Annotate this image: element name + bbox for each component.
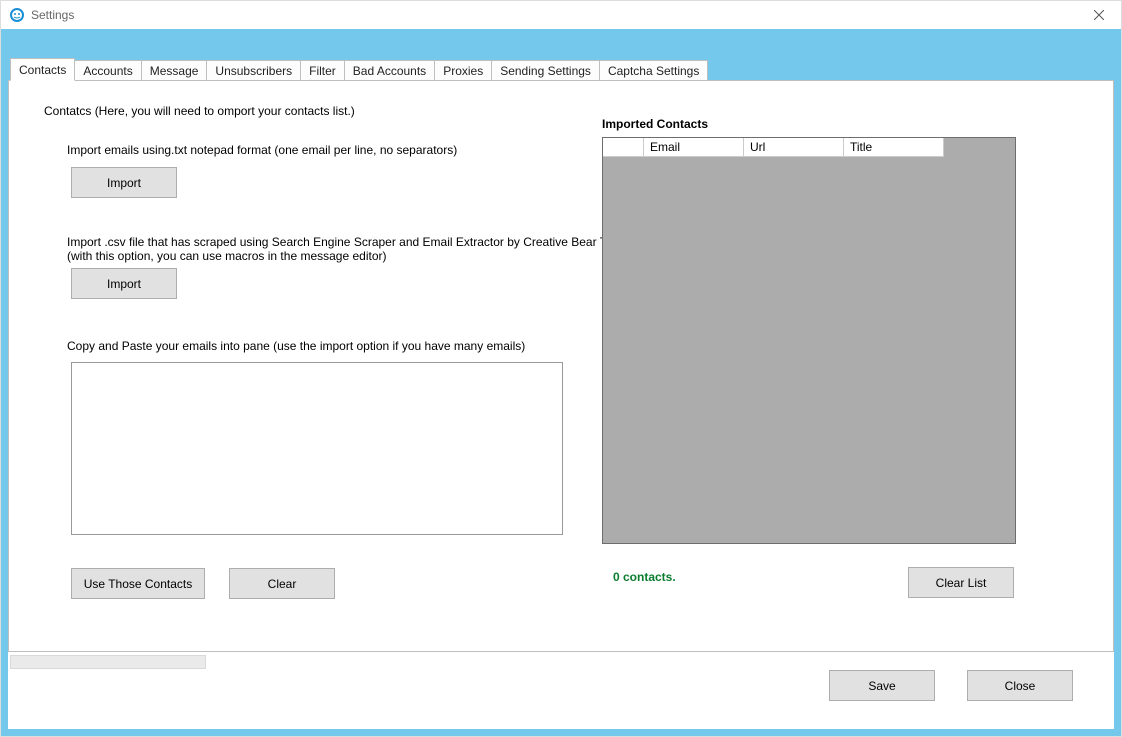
tab-captcha-settings[interactable]: Captcha Settings xyxy=(599,60,708,82)
client-area: Contacts Accounts Message Unsubscribers … xyxy=(1,29,1121,736)
button-label: Import xyxy=(107,176,141,190)
tab-label: Contacts xyxy=(19,63,66,77)
tab-label: Unsubscribers xyxy=(215,64,292,78)
button-label: Save xyxy=(868,679,895,693)
button-label: Import xyxy=(107,277,141,291)
tab-control: Contacts Accounts Message Unsubscribers … xyxy=(8,60,1114,652)
contacts-intro-label: Contatcs (Here, you will need to omport … xyxy=(44,104,355,118)
paste-label: Copy and Paste your emails into pane (us… xyxy=(67,339,525,353)
contacts-count-label: 0 contacts. xyxy=(613,570,676,584)
grid-header-rowselector[interactable] xyxy=(603,138,644,157)
progress-track xyxy=(10,655,206,669)
paste-emails-textarea[interactable] xyxy=(71,362,563,535)
tab-accounts[interactable]: Accounts xyxy=(74,60,141,82)
clear-list-button[interactable]: Clear List xyxy=(908,567,1014,598)
settings-window: Settings Contacts Accounts Message Unsub… xyxy=(0,0,1122,737)
grid-header: Email Url Title xyxy=(603,138,944,157)
button-label: Close xyxy=(1005,679,1036,693)
tab-label: Captcha Settings xyxy=(608,64,699,78)
button-label: Use Those Contacts xyxy=(84,577,193,591)
import-txt-button[interactable]: Import xyxy=(71,167,177,198)
titlebar: Settings xyxy=(1,1,1121,29)
clear-button[interactable]: Clear xyxy=(229,568,335,599)
import-txt-label: Import emails using.txt notepad format (… xyxy=(67,143,457,157)
tab-message[interactable]: Message xyxy=(141,60,208,82)
imported-contacts-title: Imported Contacts xyxy=(602,117,708,131)
button-label: Clear List xyxy=(936,576,987,590)
app-icon xyxy=(9,7,25,23)
tab-label: Sending Settings xyxy=(500,64,591,78)
tab-strip: Contacts Accounts Message Unsubscribers … xyxy=(8,60,1114,81)
window-close-button[interactable] xyxy=(1077,1,1121,29)
import-csv-label-line1: Import .csv file that has scraped using … xyxy=(67,235,628,249)
use-those-contacts-button[interactable]: Use Those Contacts xyxy=(71,568,205,599)
tab-unsubscribers[interactable]: Unsubscribers xyxy=(206,60,301,82)
tab-body-contacts: Contatcs (Here, you will need to omport … xyxy=(8,80,1114,652)
tab-label: Message xyxy=(150,64,199,78)
tab-label: Proxies xyxy=(443,64,483,78)
import-csv-button[interactable]: Import xyxy=(71,268,177,299)
tab-label: Filter xyxy=(309,64,336,78)
tab-sending-settings[interactable]: Sending Settings xyxy=(491,60,600,82)
grid-header-email[interactable]: Email xyxy=(644,138,744,157)
tab-contacts[interactable]: Contacts xyxy=(10,58,75,81)
close-button[interactable]: Close xyxy=(967,670,1073,701)
button-label: Clear xyxy=(268,577,297,591)
close-icon xyxy=(1094,10,1104,20)
save-button[interactable]: Save xyxy=(829,670,935,701)
tab-label: Bad Accounts xyxy=(353,64,426,78)
tab-proxies[interactable]: Proxies xyxy=(434,60,492,82)
tab-bad-accounts[interactable]: Bad Accounts xyxy=(344,60,435,82)
window-title: Settings xyxy=(31,8,74,22)
contacts-grid[interactable]: Email Url Title xyxy=(602,137,1016,544)
tab-label: Accounts xyxy=(83,64,132,78)
grid-header-url[interactable]: Url xyxy=(744,138,844,157)
import-csv-label-line2: (with this option, you can use macros in… xyxy=(67,249,387,263)
tab-filter[interactable]: Filter xyxy=(300,60,345,82)
bottom-bar: Save Close xyxy=(8,652,1114,729)
grid-header-title[interactable]: Title xyxy=(844,138,944,157)
